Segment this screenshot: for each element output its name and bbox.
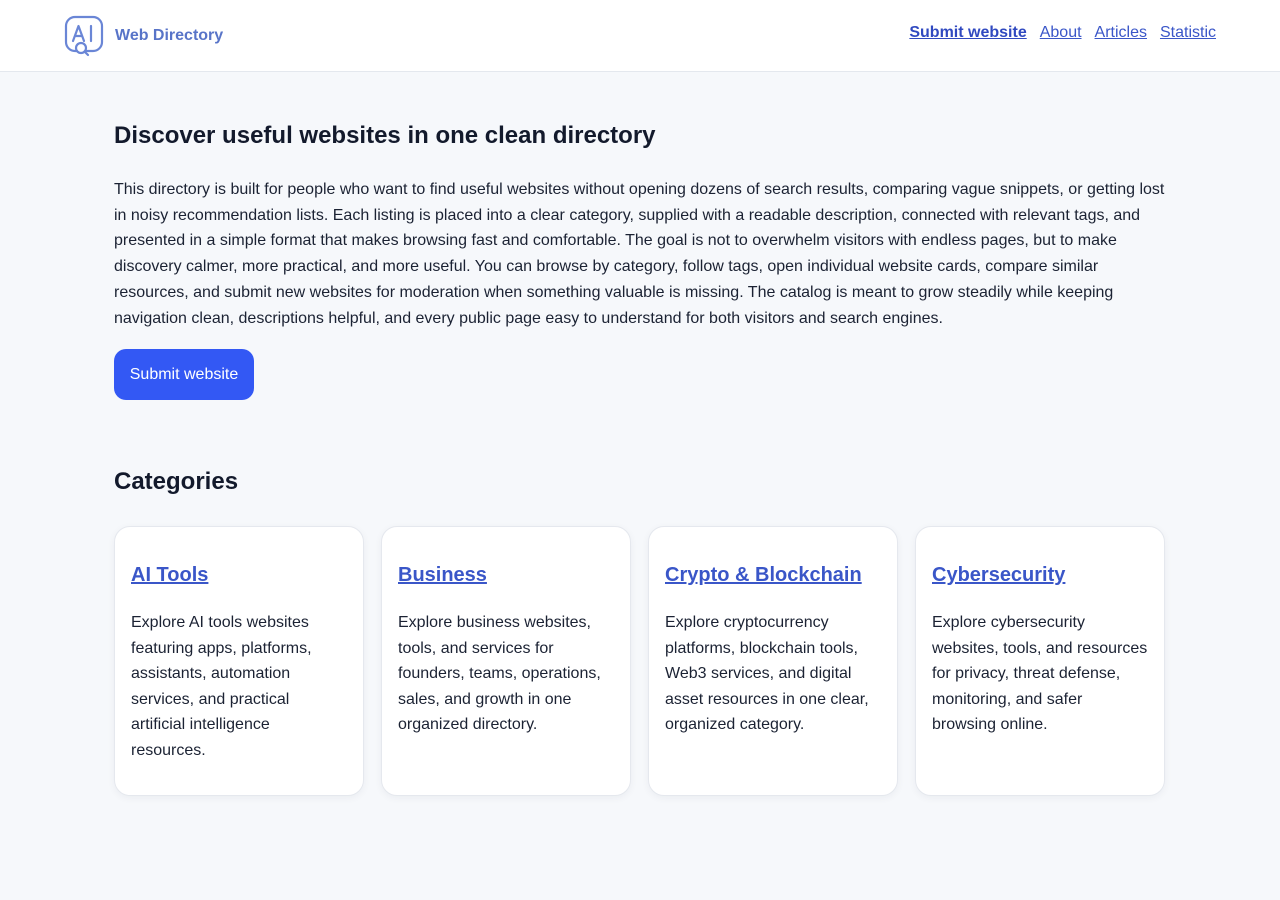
nav-submit-website-link[interactable]: Submit website	[909, 23, 1026, 43]
category-card-business: Business Explore business websites, tool…	[381, 526, 631, 796]
category-link-business[interactable]: Business	[398, 563, 487, 587]
category-card-crypto-blockchain: Crypto & Blockchain Explore cryptocurren…	[648, 526, 898, 796]
category-link-ai-tools[interactable]: AI Tools	[131, 563, 208, 587]
brand-name: Web Directory	[115, 27, 224, 44]
category-cards: AI Tools Explore AI tools websites featu…	[114, 526, 1165, 796]
site-header: Web Directory Submit website About Artic…	[0, 0, 1280, 72]
category-card-ai-tools: AI Tools Explore AI tools websites featu…	[114, 526, 364, 796]
category-card-cybersecurity: Cybersecurity Explore cybersecurity webs…	[915, 526, 1165, 796]
category-description: Explore business websites, tools, and se…	[398, 614, 601, 734]
intro-text: This directory is built for people who w…	[114, 181, 1165, 327]
ai-search-logo-icon	[64, 15, 104, 57]
category-link-crypto-blockchain[interactable]: Crypto & Blockchain	[665, 563, 862, 587]
nav-about-link[interactable]: About	[1040, 23, 1082, 43]
category-description: Explore AI tools websites featuring apps…	[131, 614, 312, 759]
category-description: Explore cryptocurrency platforms, blockc…	[665, 614, 869, 734]
category-description: Explore cybersecurity websites, tools, a…	[932, 614, 1148, 734]
nav-statistic-link[interactable]: Statistic	[1160, 23, 1216, 43]
page-title: Discover useful websites in one clean di…	[114, 122, 656, 149]
brand-link[interactable]: Web Directory	[64, 15, 223, 57]
submit-website-button[interactable]: Submit website	[114, 349, 254, 400]
category-link-cybersecurity[interactable]: Cybersecurity	[932, 563, 1065, 587]
nav-articles-link[interactable]: Articles	[1095, 23, 1147, 43]
main-nav: Submit website About Articles Statistic	[896, 23, 1216, 43]
categories-heading: Categories	[114, 468, 239, 495]
